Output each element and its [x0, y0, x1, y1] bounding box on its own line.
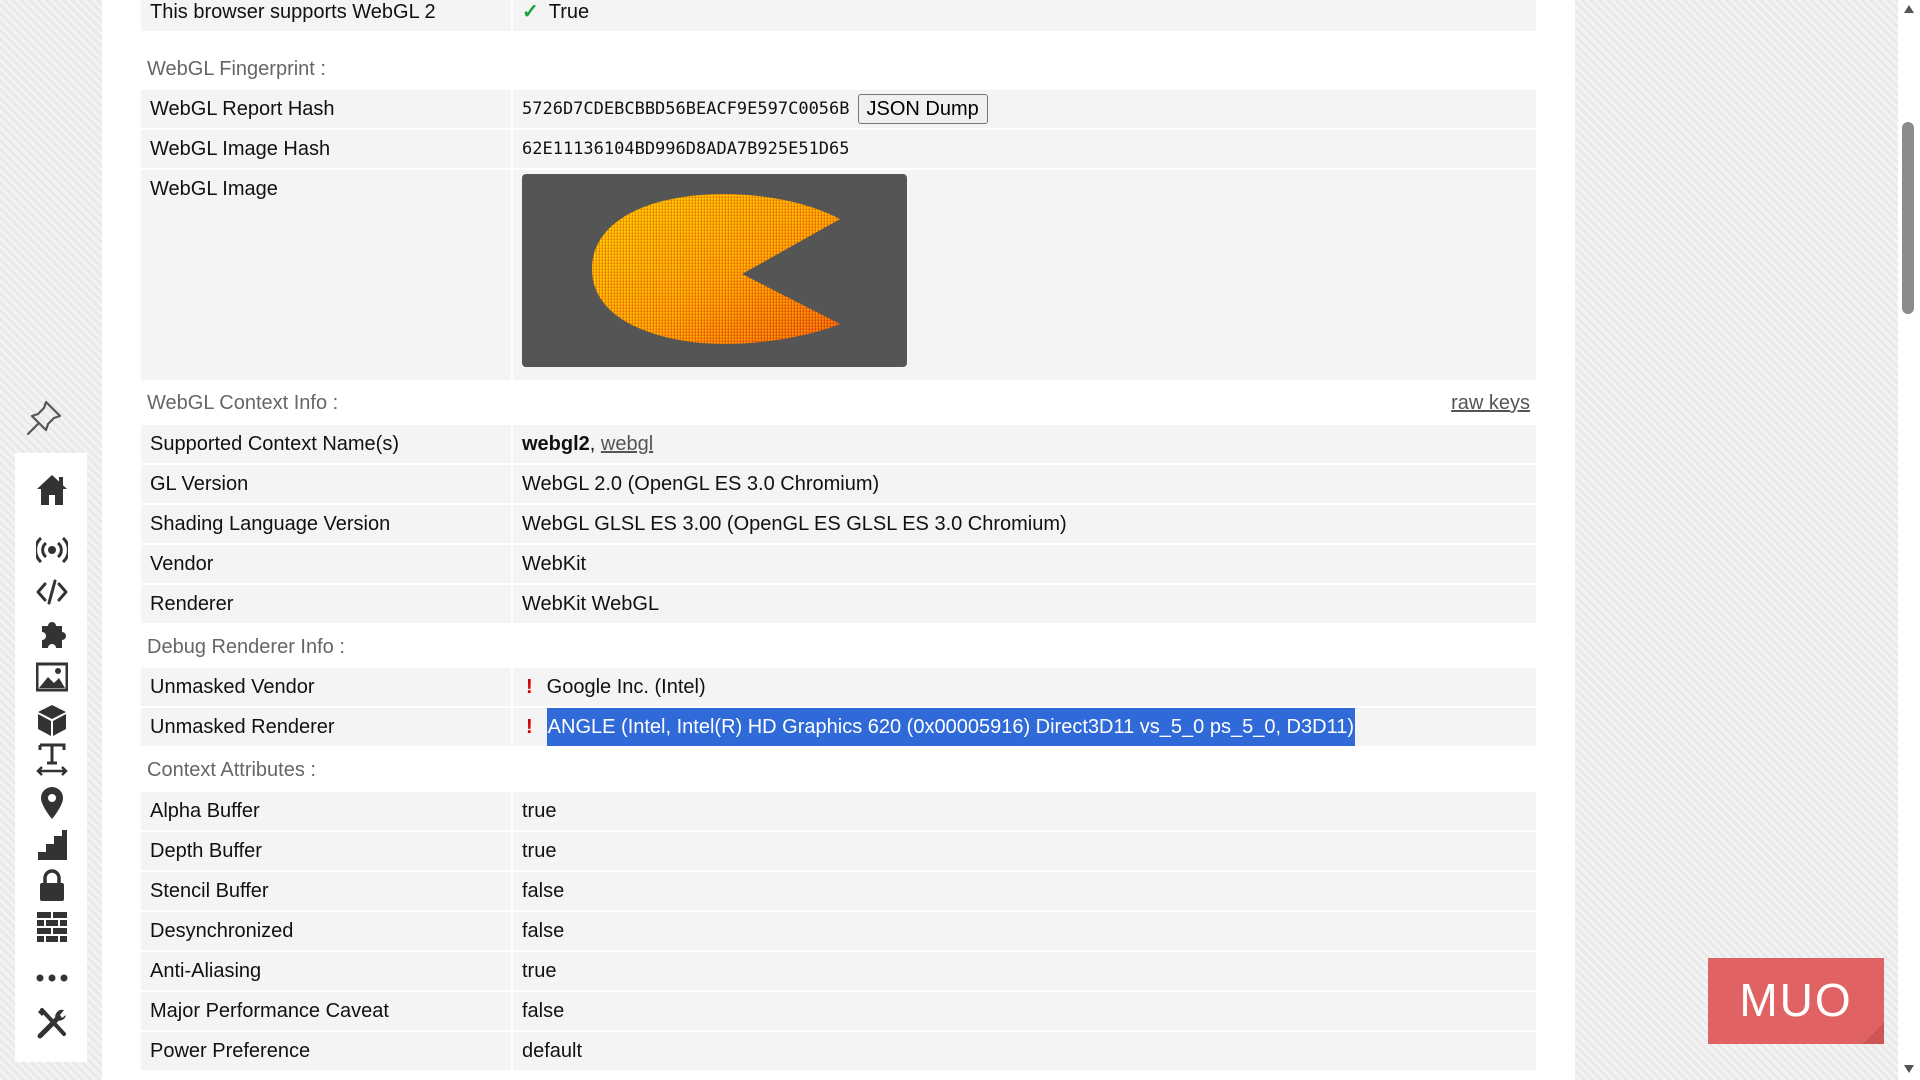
row-value: [513, 170, 1536, 380]
row-label: This browser supports WebGL 2: [141, 0, 513, 31]
sidebar-nav: [15, 453, 87, 1062]
image-hash-value: 62E11136104BD996D8ADA7B925E51D65: [522, 139, 850, 159]
location-pin-icon[interactable]: [36, 786, 68, 820]
row-label: Anti-Aliasing: [141, 952, 513, 990]
table-row: Supported Context Name(s) webgl2, webgl: [141, 425, 1536, 463]
raw-keys-link[interactable]: raw keys: [1451, 388, 1530, 418]
row-value: false: [513, 872, 1536, 910]
vertical-scrollbar[interactable]: [1898, 0, 1920, 1080]
row-label: Vendor: [141, 545, 513, 583]
row-value: WebKit WebGL: [513, 585, 1536, 623]
table-row: Vendor WebKit: [141, 545, 1536, 583]
table-row: This browser supports WebGL 2 ✓ True: [141, 0, 1536, 31]
scroll-up-arrow-icon[interactable]: [1903, 4, 1915, 14]
report-hash-value: 5726D7CDEBCBBD56BEACF9E597C0056B: [522, 99, 850, 119]
section-title-fingerprint: WebGL Fingerprint :: [147, 58, 326, 80]
code-icon[interactable]: [36, 575, 68, 609]
table-row: Major Performance Caveat false: [141, 992, 1536, 1030]
section-title-context-info: WebGL Context Info :: [147, 392, 339, 414]
tools-icon[interactable]: [36, 1006, 68, 1040]
table-row: GL Version WebGL 2.0 (OpenGL ES 3.0 Chro…: [141, 465, 1536, 503]
cube-icon[interactable]: [36, 703, 68, 737]
unmasked-renderer-value[interactable]: ANGLE (Intel, Intel(R) HD Graphics 620 (…: [546, 708, 1355, 746]
row-label: GL Version: [141, 465, 513, 503]
table-row: Renderer WebKit WebGL: [141, 585, 1536, 623]
row-value: false: [513, 992, 1536, 1030]
row-value: WebGL GLSL ES 3.00 (OpenGL ES GLSL ES 3.…: [513, 505, 1536, 543]
row-label: WebGL Image: [141, 170, 513, 380]
scrollbar-thumb[interactable]: [1902, 122, 1914, 314]
row-label: Supported Context Name(s): [141, 425, 513, 463]
context-name-webgl-link[interactable]: webgl: [601, 425, 653, 463]
text-width-icon[interactable]: [36, 743, 68, 777]
scroll-down-arrow-icon[interactable]: [1903, 1064, 1915, 1074]
warning-icon: !: [526, 676, 533, 698]
table-row: Shading Language Version WebGL GLSL ES 3…: [141, 505, 1536, 543]
muo-watermark-logo: MUO: [1700, 952, 1886, 1045]
row-value: WebGL 2.0 (OpenGL ES 3.0 Chromium): [513, 465, 1536, 503]
check-icon: ✓: [522, 1, 539, 23]
table-row: Alpha Buffer true: [141, 792, 1536, 830]
puzzle-icon[interactable]: [36, 618, 68, 652]
row-label: Stencil Buffer: [141, 872, 513, 910]
row-value: default: [513, 1032, 1536, 1070]
row-label: Alpha Buffer: [141, 792, 513, 830]
row-label: WebGL Image Hash: [141, 130, 513, 168]
table-row: WebGL Report Hash 5726D7CDEBCBBD56BEACF9…: [141, 90, 1536, 128]
context-name-webgl2: webgl2: [522, 433, 590, 455]
image-icon[interactable]: [36, 660, 68, 694]
row-label: Unmasked Vendor: [141, 668, 513, 706]
row-value: ! Google Inc. (Intel): [513, 668, 1536, 706]
table-row: Unmasked Vendor ! Google Inc. (Intel): [141, 668, 1536, 706]
row-label: Renderer: [141, 585, 513, 623]
section-title-debug-renderer: Debug Renderer Info :: [147, 636, 345, 658]
context-name-separator: ,: [589, 433, 601, 455]
row-value: false: [513, 912, 1536, 950]
row-value: true: [513, 832, 1536, 870]
row-label: Shading Language Version: [141, 505, 513, 543]
row-label: Unmasked Renderer: [141, 708, 513, 746]
row-label: Desynchronized: [141, 912, 513, 950]
section-title-context-attributes: Context Attributes :: [147, 759, 316, 781]
table-row: Stencil Buffer false: [141, 872, 1536, 910]
table-row: Desynchronized false: [141, 912, 1536, 950]
webgl-rendered-image: [522, 174, 907, 367]
warning-icon: !: [526, 716, 533, 738]
table-row: Power Preference default: [141, 1032, 1536, 1070]
row-label: Depth Buffer: [141, 832, 513, 870]
broadcast-icon[interactable]: [36, 533, 68, 567]
brick-wall-icon[interactable]: [36, 910, 68, 944]
lock-icon[interactable]: [36, 868, 68, 902]
table-row: Anti-Aliasing true: [141, 952, 1536, 990]
table-row: WebGL Image: [141, 170, 1536, 380]
row-label: WebGL Report Hash: [141, 90, 513, 128]
row-value: WebKit: [513, 545, 1536, 583]
more-dots-icon[interactable]: [36, 961, 68, 995]
row-value: true: [513, 952, 1536, 990]
row-label: Major Performance Caveat: [141, 992, 513, 1030]
unmasked-vendor-value: Google Inc. (Intel): [546, 676, 706, 698]
watermark-text: MUO: [1739, 974, 1852, 1026]
row-value: ✓ True: [513, 0, 1536, 31]
report-content: This browser supports WebGL 2 ✓ True Web…: [102, 0, 1575, 1080]
webgl2-support-value: True: [548, 1, 590, 23]
stairs-icon[interactable]: [36, 828, 68, 862]
json-dump-button[interactable]: JSON Dump: [857, 94, 988, 124]
row-value: 5726D7CDEBCBBD56BEACF9E597C0056B JSON Du…: [513, 90, 1536, 128]
pin-icon[interactable]: [24, 398, 64, 438]
table-row: WebGL Image Hash 62E11136104BD996D8ADA7B…: [141, 130, 1536, 168]
row-label: Power Preference: [141, 1032, 513, 1070]
row-value: webgl2, webgl: [513, 425, 1536, 463]
row-value: 62E11136104BD996D8ADA7B925E51D65: [513, 130, 1536, 168]
table-row: Unmasked Renderer ! ANGLE (Intel, Intel(…: [141, 708, 1536, 746]
home-icon[interactable]: [36, 473, 68, 507]
table-row: Depth Buffer true: [141, 832, 1536, 870]
row-value: ! ANGLE (Intel, Intel(R) HD Graphics 620…: [513, 708, 1536, 746]
row-value: true: [513, 792, 1536, 830]
